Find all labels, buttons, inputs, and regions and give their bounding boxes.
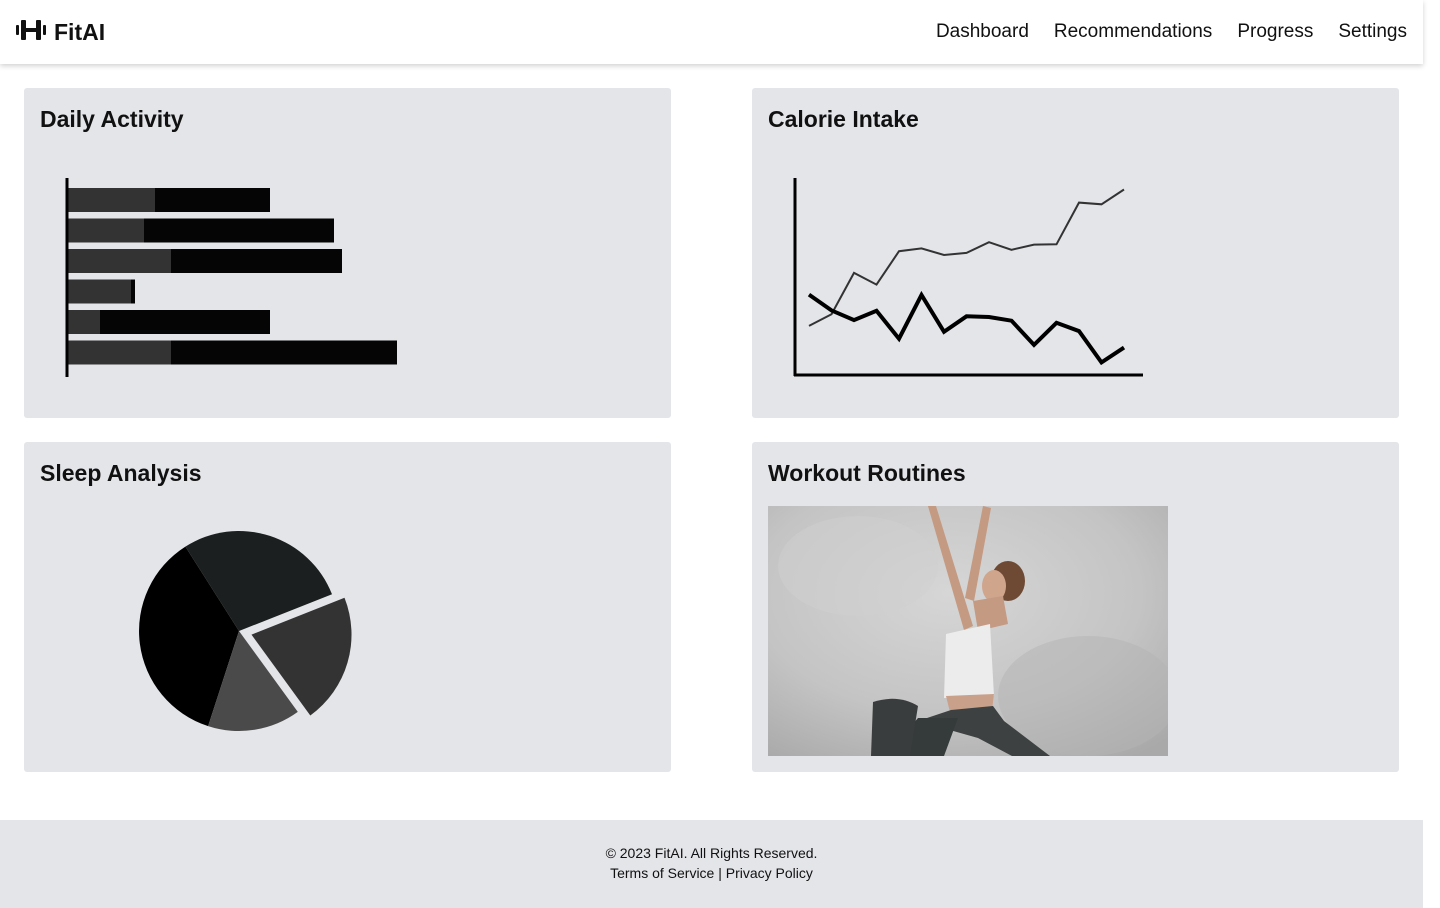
footer-copyright: © 2023 FitAI. All Rights Reserved. — [605, 845, 818, 861]
activity-bar-0-seg-1 — [155, 188, 270, 212]
nav-progress[interactable]: Progress — [1237, 21, 1313, 43]
sleep-analysis-chart — [139, 531, 352, 731]
footer-links: Terms of Service | Privacy Policy — [0, 865, 1423, 881]
activity-bar-1-seg-0 — [68, 218, 144, 243]
brand-name: FitAI — [54, 18, 106, 45]
terms-link[interactable]: Terms of Service — [610, 865, 714, 881]
activity-bar-2-seg-0 — [68, 249, 171, 273]
activity-bar-2-seg-1 — [171, 249, 342, 273]
calorie-intake-chart — [793, 178, 1143, 377]
calorie-intake-card: Calorie Intake — [752, 88, 1399, 418]
nav-recommendations[interactable]: Recommendations — [1054, 21, 1212, 43]
main-nav: Dashboard Recommendations Progress Setti… — [936, 21, 1407, 43]
daily-activity-card: Daily Activity — [24, 88, 671, 418]
activity-bar-4-seg-0 — [68, 310, 100, 334]
calorie-series-1 — [807, 290, 1126, 366]
dumbbell-icon — [16, 19, 46, 46]
daily-activity-chart — [65, 178, 397, 377]
activity-bar-5-seg-0 — [68, 340, 171, 365]
footer-separator: | — [718, 865, 722, 881]
workout-routines-card[interactable]: Workout Routines — [752, 442, 1399, 772]
workout-routines-title: Workout Routines — [768, 460, 966, 486]
activity-bar-3-seg-1 — [131, 279, 135, 304]
nav-settings[interactable]: Settings — [1338, 21, 1407, 43]
activity-bar-0-seg-0 — [68, 188, 155, 212]
calorie-series-0 — [808, 188, 1125, 327]
activity-bar-4-seg-1 — [100, 310, 270, 334]
activity-bar-5-seg-1 — [171, 340, 397, 365]
activity-bar-3-seg-0 — [68, 279, 131, 304]
top-navbar: FitAI Dashboard Recommendations Progress… — [0, 0, 1423, 64]
brand[interactable]: FitAI — [16, 19, 105, 46]
activity-bar-1-seg-1 — [144, 218, 334, 243]
privacy-link[interactable]: Privacy Policy — [726, 865, 813, 881]
workout-photo[interactable] — [768, 506, 1168, 756]
nav-dashboard[interactable]: Dashboard — [936, 21, 1029, 43]
sleep-analysis-card: Sleep Analysis — [24, 442, 671, 772]
footer: © 2023 FitAI. All Rights Reserved. Terms… — [0, 820, 1423, 908]
